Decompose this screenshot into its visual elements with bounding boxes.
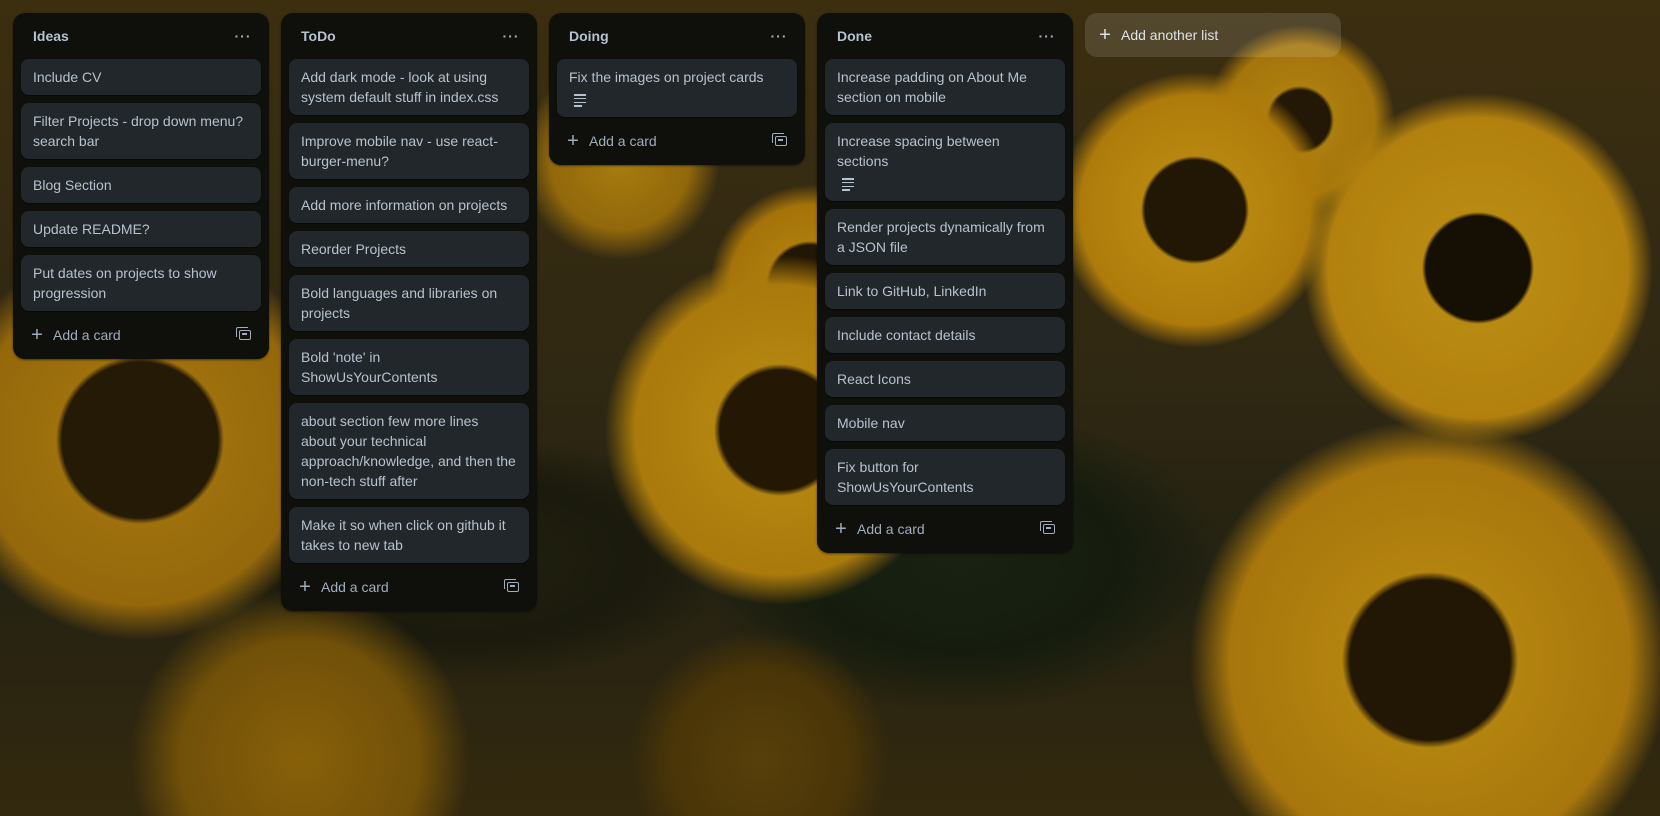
create-from-template-button[interactable] [765, 125, 797, 157]
card-title: Improve mobile nav - use react-burger-me… [301, 133, 498, 169]
card[interactable]: Reorder Projects [289, 231, 529, 267]
list-title[interactable]: Ideas [33, 28, 69, 44]
card[interactable]: Increase spacing between sections [825, 123, 1065, 202]
card-title: Include contact details [837, 327, 976, 344]
card-title: Filter Projects - drop down menu? search… [33, 113, 244, 149]
card[interactable]: Make it so when click on github it takes… [289, 507, 529, 563]
list-todo: ToDo ··· Add dark mode - look at using s… [281, 13, 537, 611]
list-footer: + Add a card [817, 513, 1073, 545]
plus-icon: + [835, 518, 847, 541]
card-title: Update README? [33, 221, 150, 237]
list-header: ToDo ··· [281, 13, 537, 59]
card[interactable]: Render projects dynamically from a JSON … [825, 209, 1065, 266]
card-list: Add dark mode - look at using system def… [281, 59, 537, 563]
card[interactable]: React Icons [825, 361, 1065, 398]
card-title: Add dark mode - look at using system def… [301, 69, 499, 105]
add-card-label: Add a card [589, 133, 657, 150]
card-title: Link to GitHub, LinkedIn [837, 283, 987, 300]
create-from-template-button[interactable] [497, 571, 529, 603]
card[interactable]: Mobile nav [825, 405, 1065, 442]
list-header: Done ··· [817, 13, 1073, 59]
card-title: Include CV [33, 69, 102, 85]
create-from-template-button[interactable] [1033, 513, 1065, 545]
card-template-icon [504, 579, 519, 592]
more-horizontal-icon[interactable]: ··· [765, 22, 793, 50]
card-title: Blog Section [33, 177, 112, 193]
list-title[interactable]: Doing [569, 28, 609, 44]
description-icon [842, 178, 854, 191]
more-horizontal-icon[interactable]: ··· [1033, 22, 1061, 50]
plus-icon: + [1099, 24, 1111, 46]
add-card-label: Add a card [321, 579, 389, 595]
list-doing: Doing ··· Fix the images on project card… [549, 13, 805, 166]
plus-icon: + [31, 324, 43, 346]
card-title: Fix the images on project cards [569, 69, 764, 85]
board: Ideas ··· Include CV Filter Projects - d… [0, 0, 1660, 816]
list-header: Doing ··· [549, 13, 805, 59]
add-card-button[interactable]: + Add a card [825, 513, 933, 545]
card-list: Increase padding on About Me section on … [817, 59, 1073, 506]
card-template-icon [772, 133, 787, 147]
list-footer: + Add a card [549, 125, 805, 157]
add-another-list-button[interactable]: + Add another list [1085, 13, 1341, 57]
card-title: Mobile nav [837, 415, 905, 432]
card-title: React Icons [837, 371, 911, 388]
list-title[interactable]: ToDo [301, 28, 336, 44]
description-icon [574, 94, 586, 107]
more-horizontal-icon[interactable]: ··· [497, 22, 525, 50]
create-from-template-button[interactable] [229, 319, 261, 351]
card[interactable]: about section few more lines about your … [289, 403, 529, 499]
card-title: about section few more lines about your … [301, 413, 516, 489]
card-template-icon [1040, 521, 1055, 535]
list-footer: + Add a card [281, 571, 537, 603]
plus-icon: + [299, 576, 311, 598]
card-title: Make it so when click on github it takes… [301, 517, 506, 553]
card[interactable]: Blog Section [21, 167, 261, 203]
card-title: Put dates on projects to show progressio… [33, 265, 217, 301]
card[interactable]: Include contact details [825, 317, 1065, 354]
add-card-button[interactable]: + Add a card [289, 571, 397, 603]
card-template-icon [236, 327, 251, 340]
card-title: Render projects dynamically from a JSON … [837, 219, 1045, 256]
card[interactable]: Bold languages and libraries on projects [289, 275, 529, 331]
card-list: Fix the images on project cards [549, 59, 805, 118]
add-card-button[interactable]: + Add a card [21, 319, 129, 351]
card-title: Fix button for ShowUsYourContents [837, 459, 974, 496]
add-card-button[interactable]: + Add a card [557, 125, 665, 157]
card[interactable]: Include CV [21, 59, 261, 95]
card[interactable]: Add more information on projects [289, 187, 529, 223]
list-ideas: Ideas ··· Include CV Filter Projects - d… [13, 13, 269, 359]
card-title: Bold 'note' in ShowUsYourContents [301, 349, 438, 385]
add-card-label: Add a card [53, 327, 121, 343]
list-footer: + Add a card [13, 319, 269, 351]
list-header: Ideas ··· [13, 13, 269, 59]
card-title: Bold languages and libraries on projects [301, 285, 498, 321]
list-title[interactable]: Done [837, 28, 872, 44]
card[interactable]: Bold 'note' in ShowUsYourContents [289, 339, 529, 395]
more-horizontal-icon[interactable]: ··· [229, 22, 257, 50]
card-title: Increase spacing between sections [837, 133, 1000, 169]
add-card-label: Add a card [857, 521, 925, 538]
card[interactable]: Add dark mode - look at using system def… [289, 59, 529, 115]
card[interactable]: Filter Projects - drop down menu? search… [21, 103, 261, 159]
add-list-label: Add another list [1121, 27, 1219, 43]
card[interactable]: Fix button for ShowUsYourContents [825, 449, 1065, 506]
plus-icon: + [567, 130, 579, 153]
card-title: Increase padding on About Me section on … [837, 69, 1027, 105]
card-list: Include CV Filter Projects - drop down m… [13, 59, 269, 311]
card[interactable]: Improve mobile nav - use react-burger-me… [289, 123, 529, 179]
card[interactable]: Update README? [21, 211, 261, 247]
card[interactable]: Fix the images on project cards [557, 59, 797, 118]
lists-container: Ideas ··· Include CV Filter Projects - d… [13, 13, 1341, 611]
card[interactable]: Increase padding on About Me section on … [825, 59, 1065, 115]
card[interactable]: Link to GitHub, LinkedIn [825, 273, 1065, 310]
list-done: Done ··· Increase padding on About Me se… [817, 13, 1073, 554]
card-title: Reorder Projects [301, 241, 407, 257]
card[interactable]: Put dates on projects to show progressio… [21, 255, 261, 311]
card-title: Add more information on projects [301, 197, 508, 213]
